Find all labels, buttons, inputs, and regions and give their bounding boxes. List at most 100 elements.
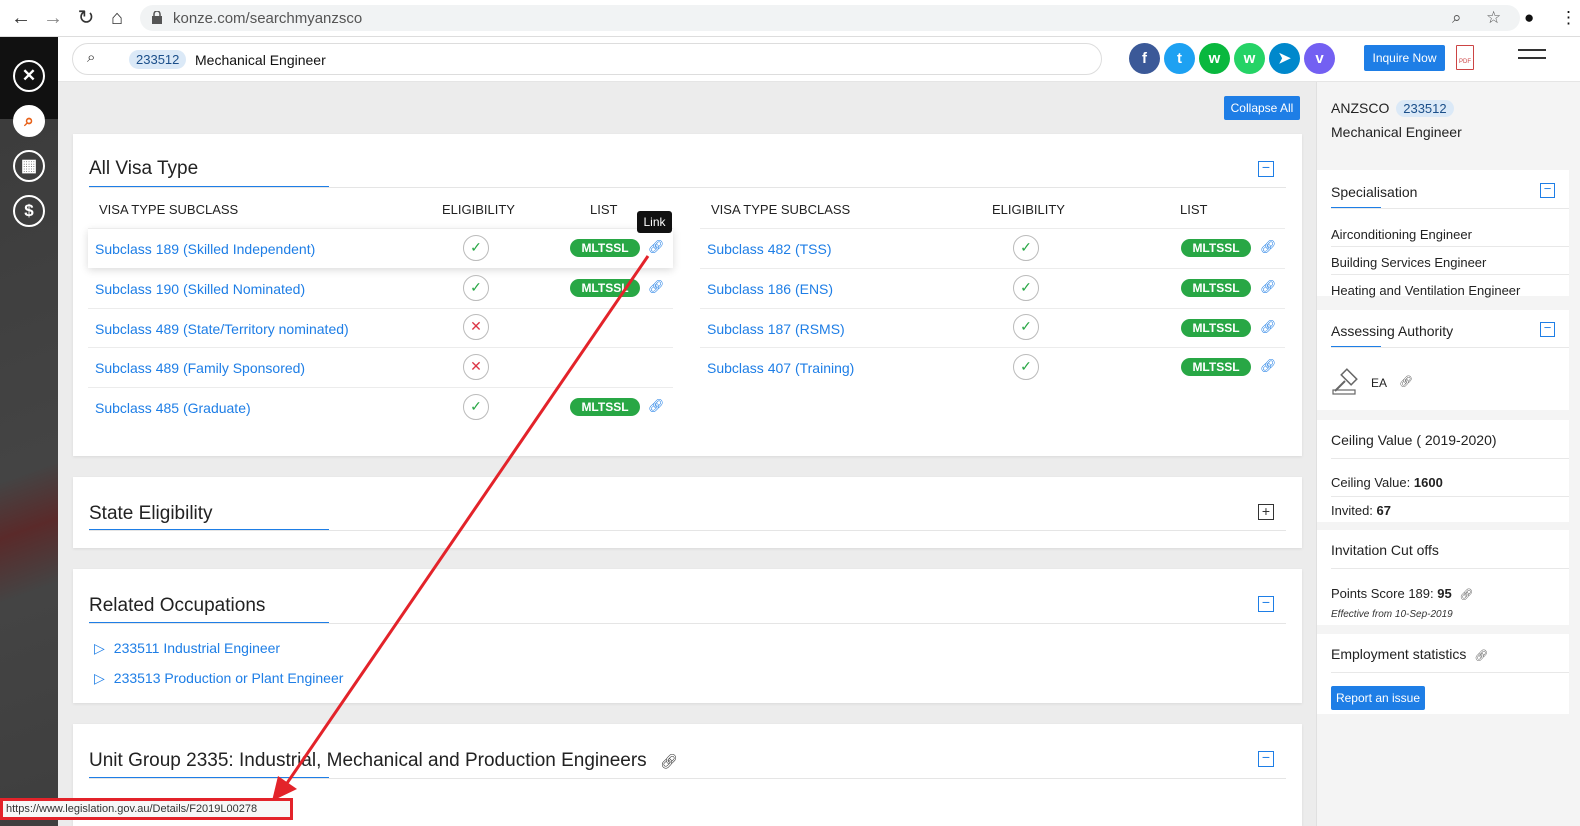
facebook-icon[interactable]: f: [1129, 43, 1160, 74]
account-icon[interactable]: ●: [1524, 8, 1534, 28]
check-icon: ✓: [1013, 314, 1039, 340]
link-icon[interactable]: 🔗︎: [660, 753, 678, 769]
link-icon[interactable]: 🔗︎: [1459, 589, 1473, 601]
employment-title-text: Employment statistics: [1331, 646, 1467, 662]
collapse-icon[interactable]: −: [1540, 321, 1555, 337]
list-badge: MLTSSL: [1181, 358, 1251, 376]
star-icon[interactable]: ☆: [1486, 8, 1501, 28]
visa-card-title: All Visa Type: [89, 158, 199, 179]
arrow-left-icon[interactable]: ←: [10, 8, 32, 28]
list-badge: MLTSSL: [570, 239, 640, 257]
calculator-icon[interactable]: ▦: [13, 150, 45, 182]
report-issue-button[interactable]: Report an issue: [1331, 686, 1425, 710]
specialisation-item: Heating and Ventilation Engineer: [1331, 283, 1521, 298]
visa-link-489-state[interactable]: Subclass 489 (State/Territory nominated): [95, 321, 349, 337]
link-icon[interactable]: 🔗︎: [1260, 279, 1277, 295]
link-icon[interactable]: 🔗︎: [1260, 239, 1277, 255]
specialisation-title: Specialisation: [1331, 184, 1418, 200]
viber-icon[interactable]: v: [1304, 43, 1335, 74]
anzsco-code-chip: 233512: [129, 50, 187, 69]
invited-value: Invited: 67: [1331, 503, 1391, 518]
header-subclass-right: VISA TYPE SUBCLASS: [711, 202, 851, 217]
row-divider: [88, 308, 673, 309]
visa-link-482[interactable]: Subclass 482 (TSS): [707, 241, 832, 257]
visa-link-187[interactable]: Subclass 187 (RSMS): [707, 321, 845, 337]
link-icon[interactable]: 🔗︎: [1260, 358, 1277, 374]
home-icon[interactable]: ⌂: [106, 8, 128, 28]
visa-link-190[interactable]: Subclass 190 (Skilled Nominated): [95, 281, 305, 297]
link-icon[interactable]: 🔗︎: [1260, 319, 1277, 335]
collapse-icon[interactable]: −: [1258, 750, 1274, 767]
invited-label: Invited:: [1331, 503, 1373, 518]
points-number: 95: [1437, 586, 1452, 601]
collapse-all-button[interactable]: Collapse All: [1224, 96, 1300, 120]
arrow-right-icon[interactable]: →: [42, 8, 64, 28]
list-badge: MLTSSL: [1181, 319, 1251, 337]
anzsco-label-text: ANZSCO: [1331, 100, 1390, 116]
telegram-icon[interactable]: ➤: [1269, 43, 1300, 74]
section-divider: [1331, 458, 1569, 459]
assessing-title: Assessing Authority: [1331, 323, 1454, 339]
cutoffs-title: Invitation Cut offs: [1331, 542, 1439, 558]
section-divider: [1331, 208, 1569, 209]
list-badge: MLTSSL: [1181, 279, 1251, 297]
whatsapp-icon[interactable]: w: [1234, 43, 1265, 74]
related-item[interactable]: ▷ 233511 Industrial Engineer: [94, 640, 280, 657]
visa-link-407[interactable]: Subclass 407 (Training): [707, 360, 854, 376]
browser-toolbar: ← → ↻ ⌂ konze.com/searchmyanzsco ⌕ ☆ ● ⋮: [0, 0, 1580, 37]
link-icon[interactable]: 🔗︎: [648, 239, 665, 255]
header-subclass-left: VISA TYPE SUBCLASS: [99, 202, 239, 217]
visa-link-489-family[interactable]: Subclass 489 (Family Sponsored): [95, 360, 305, 376]
expand-icon[interactable]: +: [1258, 504, 1274, 520]
dollar-icon[interactable]: $: [13, 195, 45, 227]
card-divider: [89, 778, 1286, 779]
cross-icon: ✕: [463, 354, 489, 380]
row-divider: [88, 387, 673, 388]
specialisation-item: Building Services Engineer: [1331, 255, 1487, 270]
pdf-icon[interactable]: PDF: [1456, 45, 1474, 70]
caret-right-icon: ▷: [94, 640, 105, 656]
link-icon[interactable]: 🔗︎: [648, 279, 665, 295]
row-divider: [700, 347, 1285, 348]
link-icon[interactable]: 🔗︎: [1474, 650, 1488, 662]
top-header: ⌕ 233512 Mechanical Engineer f t w w ➤ v…: [58, 37, 1580, 82]
state-card-title: State Eligibility: [89, 503, 213, 524]
check-icon: ✓: [1013, 354, 1039, 380]
visa-link-485[interactable]: Subclass 485 (Graduate): [95, 400, 251, 416]
points-score: Points Score 189: 95 🔗︎: [1331, 586, 1473, 601]
zoom-icon[interactable]: ⌕: [1452, 8, 1462, 28]
search-icon[interactable]: ⌕: [13, 105, 45, 137]
collapse-icon[interactable]: −: [1258, 595, 1274, 612]
link-icon[interactable]: 🔗︎: [1399, 375, 1413, 388]
close-icon[interactable]: ✕: [13, 60, 45, 92]
check-icon: ✓: [1013, 235, 1039, 261]
invited-number: 67: [1376, 503, 1392, 518]
menu-dots-icon[interactable]: ⋮: [1560, 8, 1577, 28]
assessing-authority-section: Assessing Authority − EA 🔗︎: [1317, 310, 1569, 410]
card-divider: [89, 530, 1286, 531]
anzsco-label: ANZSCO 233512: [1331, 100, 1454, 117]
row-divider: [88, 228, 673, 229]
address-url[interactable]: konze.com/searchmyanzsco: [173, 10, 362, 27]
related-item[interactable]: ▷ 233513 Production or Plant Engineer: [94, 670, 343, 687]
item-divider: [1331, 274, 1569, 275]
hamburger-icon[interactable]: [1518, 49, 1546, 65]
related-item-label: 233513 Production or Plant Engineer: [113, 670, 344, 686]
specialisation-section: Specialisation − Airconditioning Enginee…: [1317, 170, 1569, 298]
collapse-icon[interactable]: −: [1258, 160, 1274, 177]
search-input[interactable]: ⌕ 233512 Mechanical Engineer: [72, 43, 1102, 75]
search-title: Mechanical Engineer: [195, 52, 326, 68]
header-list-right: LIST: [1180, 202, 1208, 217]
visa-link-189[interactable]: Subclass 189 (Skilled Independent): [95, 241, 315, 257]
wechat-icon[interactable]: w: [1199, 43, 1230, 74]
reload-icon[interactable]: ↻: [75, 8, 97, 28]
link-icon[interactable]: 🔗︎: [648, 398, 665, 414]
collapse-icon[interactable]: −: [1540, 182, 1555, 198]
ceiling-value-number: 1600: [1413, 475, 1443, 490]
list-badge: MLTSSL: [570, 279, 640, 297]
twitter-icon[interactable]: t: [1164, 43, 1195, 74]
right-panel: ANZSCO 233512 Mechanical Engineer Specia…: [1316, 82, 1580, 826]
inquire-now-button[interactable]: Inquire Now: [1364, 45, 1445, 71]
visa-link-186[interactable]: Subclass 186 (ENS): [707, 281, 833, 297]
row-divider: [700, 228, 1285, 229]
